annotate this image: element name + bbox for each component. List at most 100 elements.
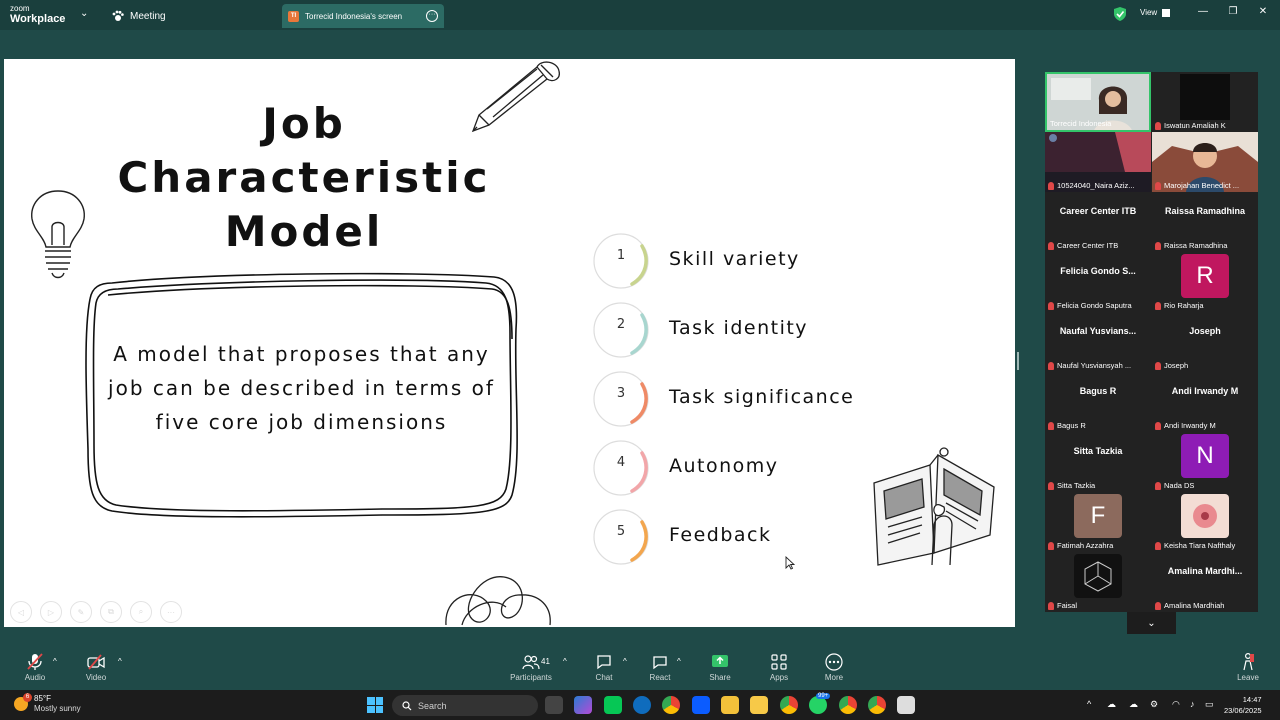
participant-tile[interactable]: F Fatimah Azzahra (1045, 492, 1151, 552)
cloud-icon[interactable]: ☁ (1107, 699, 1116, 710)
file-explorer-icon[interactable] (721, 696, 739, 714)
participant-tile[interactable]: Keisha Tiara Nafthaly (1152, 492, 1258, 552)
participant-tile[interactable]: Andi Irwandy M Andi Irwandy M (1152, 372, 1258, 432)
participant-tile[interactable]: Bagus R Bagus R (1045, 372, 1151, 432)
participant-tile[interactable]: Faisal (1045, 552, 1151, 612)
pen-icon[interactable]: ✎ (70, 601, 92, 623)
previous-slide-icon[interactable]: ◁ (10, 601, 32, 623)
tray-overflow-icon[interactable]: ^ (1087, 699, 1091, 709)
participants-label: Participants (510, 673, 552, 682)
presenter-initials-icon: TI (288, 10, 299, 22)
dimension-item: 1 Skill variety (592, 232, 892, 301)
taskbar-search[interactable]: Search (392, 695, 538, 716)
apps-button[interactable]: Apps (757, 653, 801, 682)
close-button[interactable]: ✕ (1254, 6, 1272, 17)
copilot-icon[interactable] (574, 696, 592, 714)
chrome-profile2-icon[interactable] (839, 696, 857, 714)
share-button[interactable]: Share (698, 653, 742, 682)
participant-name: Faisal (1057, 601, 1078, 610)
video-options-caret-icon[interactable]: ^ (118, 657, 122, 666)
task-view-icon[interactable] (545, 696, 563, 714)
chat-options-caret-icon[interactable]: ^ (623, 657, 627, 666)
more-icon[interactable]: ··· (160, 601, 182, 623)
participant-name-label: Raissa Ramadhina (1155, 241, 1256, 250)
windows-start-icon[interactable] (367, 697, 383, 713)
audio-options-caret-icon[interactable]: ^ (53, 657, 57, 666)
react-options-caret-icon[interactable]: ^ (677, 657, 681, 666)
minimize-button[interactable]: — (1194, 6, 1212, 17)
chrome-profile3-icon[interactable] (868, 696, 886, 714)
mic-muted-icon (1155, 541, 1161, 550)
tab-shared-screen[interactable]: TI Torrecid Indonesia's screen ··· (282, 4, 444, 28)
participant-tile[interactable]: Marojahan Benedict ... (1152, 132, 1258, 192)
view-button[interactable]: View (1140, 8, 1171, 17)
participant-name-label: Naufal Yusviansyah ... (1048, 361, 1149, 370)
volume-icon[interactable]: ♪ (1190, 699, 1195, 709)
line-app-icon[interactable] (604, 696, 622, 714)
share-screen-icon (712, 655, 728, 667)
network-settings-icon[interactable]: ⚙ (1150, 699, 1158, 710)
participant-tile[interactable]: Iswatun Amaliah K (1152, 72, 1258, 132)
onedrive-icon[interactable]: ☁ (1129, 699, 1138, 710)
weather-widget[interactable]: 6 85°F Mostly sunny (14, 693, 81, 714)
chrome-profile-icon[interactable] (780, 696, 798, 714)
chevron-down-icon[interactable]: ⌄ (80, 8, 88, 19)
participants-options-caret-icon[interactable]: ^ (563, 657, 567, 666)
taskbar-clock[interactable]: 14:47 23/06/2025 (1224, 694, 1262, 716)
chat-button[interactable]: Chat (582, 653, 626, 682)
avatar: R (1181, 254, 1229, 298)
participant-name-label: Bagus R (1048, 421, 1149, 430)
zoom-icon[interactable]: ⌕ (130, 601, 152, 623)
mic-muted-icon (1048, 241, 1054, 250)
wifi-icon[interactable]: ◠ (1172, 699, 1180, 710)
screen-tab-label: Torrecid Indonesia's screen (305, 11, 403, 21)
participant-tile[interactable]: Sitta Tazkia Sitta Tazkia (1045, 432, 1151, 492)
participant-tile[interactable]: Raissa Ramadhina Raissa Ramadhina (1152, 192, 1258, 252)
participant-tile[interactable]: Joseph Joseph (1152, 312, 1258, 372)
participant-tile[interactable]: Career Center ITB Career Center ITB (1045, 192, 1151, 252)
leave-label: Leave (1237, 673, 1259, 682)
battery-icon[interactable]: ▭ (1205, 699, 1214, 710)
apps-label: Apps (769, 673, 789, 682)
next-slide-icon[interactable]: ▷ (40, 601, 62, 623)
chrome-icon[interactable] (662, 696, 680, 714)
participant-name: Keisha Tiara Nafthaly (1164, 541, 1236, 550)
video-button[interactable]: Video (74, 653, 118, 682)
participant-display-name: Amalina Mardhi... (1167, 566, 1243, 576)
document-app-icon[interactable] (897, 696, 915, 714)
zoom-app-icon[interactable] (692, 696, 710, 714)
zoom-logo[interactable]: zoom Workplace (10, 4, 80, 25)
participant-tile[interactable]: N Nada DS (1152, 432, 1258, 492)
shield-check-icon[interactable] (1114, 7, 1126, 21)
participant-name-label: Sitta Tazkia (1048, 481, 1149, 490)
participant-tile[interactable]: R Rio Raharja (1152, 252, 1258, 312)
clock-time: 14:47 (1242, 695, 1262, 704)
participant-name-label: Andi Irwandy M (1155, 421, 1256, 430)
edge-browser-icon[interactable] (633, 696, 651, 714)
tab-meeting[interactable]: Meeting (112, 7, 166, 25)
copy-icon[interactable]: ⧉ (100, 601, 122, 623)
brand-line1: zoom (10, 4, 30, 13)
more-options-icon[interactable]: ··· (426, 10, 438, 22)
restore-button[interactable]: ❐ (1224, 6, 1242, 17)
meeting-tab-label: Meeting (130, 10, 166, 22)
audio-label: Audio (24, 673, 46, 682)
participant-name-label: Career Center ITB (1048, 241, 1149, 250)
participant-tile[interactable]: 10524040_Naira Aziz... (1045, 132, 1151, 192)
gallery-scroll-down-icon[interactable]: ⌄ (1127, 612, 1176, 634)
participants-icon (522, 655, 540, 670)
sticky-notes-icon[interactable] (750, 696, 768, 714)
participant-tile[interactable]: Felicia Gondo S... Felicia Gondo Saputra (1045, 252, 1151, 312)
mic-muted-icon (1048, 601, 1054, 610)
participant-tile[interactable]: Naufal Yusvians... Naufal Yusviansyah ... (1045, 312, 1151, 372)
participant-tile[interactable]: Torrecid Indonesia (1045, 72, 1151, 132)
more-button[interactable]: More (812, 653, 856, 682)
participant-display-name: Joseph (1189, 326, 1221, 336)
participant-tile[interactable]: Amalina Mardhi... Amalina Mardhiah (1152, 552, 1258, 612)
react-label: React (649, 673, 671, 682)
panel-splitter[interactable] (1017, 352, 1019, 370)
audio-button[interactable]: Audio (13, 653, 57, 682)
mic-muted-icon (1048, 181, 1054, 190)
leave-button[interactable]: Leave (1226, 653, 1270, 682)
react-button[interactable]: React (638, 653, 682, 682)
